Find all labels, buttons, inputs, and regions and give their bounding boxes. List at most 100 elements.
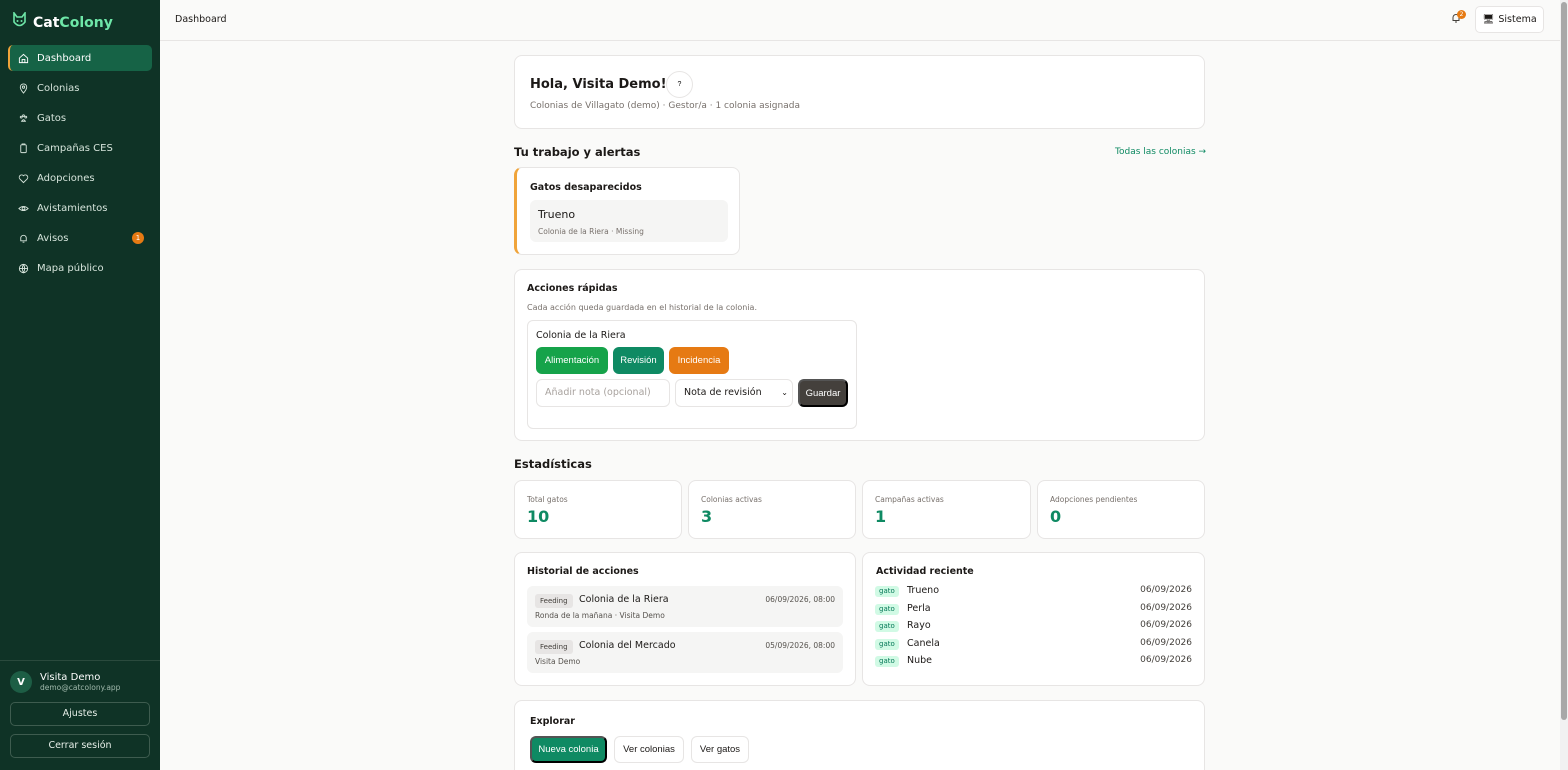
new-colony-button[interactable]: Nueva colonia: [530, 736, 607, 763]
activity-type-tag: gato: [875, 639, 899, 650]
topbar: Dashboard 2 🖥 Sistema: [160, 0, 1560, 41]
welcome-card: Hola, Visita Demo! ? Colonias de Villaga…: [514, 55, 1205, 129]
stat-value: 1: [875, 507, 887, 526]
sidebar-item-label: Gatos: [37, 112, 67, 124]
note-input[interactable]: Añadir nota (opcional): [536, 379, 670, 407]
page-scrollbar[interactable]: [1560, 0, 1568, 770]
quick-action-colony-name: Colonia de la Riera: [536, 330, 626, 341]
globe-icon: [18, 263, 29, 274]
page-title: Hola, Visita Demo!: [530, 77, 667, 92]
stat-card-active-colonies: Colonias activas 3: [688, 480, 856, 539]
recent-activity-title: Actividad reciente: [876, 566, 974, 577]
view-cats-button[interactable]: Ver gatos: [691, 736, 749, 763]
clipboard-icon: [18, 142, 29, 154]
sidebar-item-label: Avistamientos: [37, 202, 108, 214]
notification-badge: 1: [132, 232, 144, 244]
sidebar-item-colonias[interactable]: Colonias: [8, 75, 152, 101]
missing-cat-item[interactable]: Trueno Colonia de la Riera · Missing: [530, 200, 728, 242]
scrollbar-thumb[interactable]: [1561, 2, 1567, 720]
activity-date: 06/09/2026: [1140, 620, 1192, 630]
welcome-subtitle: Colonias de Villagato (demo) · Gestor/a …: [530, 101, 800, 111]
stat-label: Adopciones pendientes: [1050, 495, 1138, 504]
stat-value: 10: [527, 507, 550, 526]
activity-date: 06/09/2026: [1140, 638, 1192, 648]
action-history-card: Historial de acciones Feeding Colonia de…: [514, 552, 856, 686]
activity-name: Canela: [907, 638, 940, 649]
history-date: 06/09/2026, 08:00: [765, 595, 835, 604]
activity-item[interactable]: gato Trueno 06/09/2026: [875, 585, 1192, 599]
missing-cat-meta: Colonia de la Riera · Missing: [538, 227, 644, 236]
activity-item[interactable]: gato Rayo 06/09/2026: [875, 620, 1192, 634]
sidebar-item-avistamientos[interactable]: Avistamientos: [8, 195, 152, 221]
history-colony: Colonia de la Riera: [579, 594, 669, 605]
stat-label: Colonias activas: [701, 495, 762, 504]
activity-item[interactable]: gato Perla 06/09/2026: [875, 603, 1192, 617]
stat-card-pending-adoptions: Adopciones pendientes 0: [1037, 480, 1205, 539]
activity-item[interactable]: gato Nube 06/09/2026: [875, 655, 1192, 669]
incident-button[interactable]: Incidencia: [669, 347, 729, 374]
stats-section-title: Estadísticas: [514, 457, 592, 471]
sidebar-item-label: Colonias: [37, 82, 80, 94]
settings-button[interactable]: Ajustes: [10, 702, 150, 726]
quick-actions-title: Acciones rápidas: [527, 283, 618, 294]
avatar: V: [10, 671, 32, 693]
sidebar-item-label: Campañas CES: [37, 142, 113, 154]
sidebar-item-label: Avisos: [37, 232, 69, 244]
activity-name: Rayo: [907, 620, 931, 631]
sidebar-item-label: Dashboard: [37, 52, 92, 64]
history-meta: Visita Demo: [535, 657, 581, 666]
user-info: V Visita Demo demo@catcolony.app: [10, 671, 150, 693]
missing-cat-name: Trueno: [538, 208, 576, 221]
user-email: demo@catcolony.app: [40, 683, 121, 692]
quick-actions-card: Acciones rápidas Cada acción queda guard…: [514, 269, 1205, 441]
breadcrumb: Dashboard: [175, 14, 227, 25]
sidebar-item-dashboard[interactable]: Dashboard: [8, 45, 152, 71]
missing-cats-title: Gatos desaparecidos: [530, 182, 642, 193]
save-button[interactable]: Guardar: [798, 379, 848, 407]
bell-icon: [18, 233, 29, 244]
note-type-value: Nota de revisión: [684, 387, 762, 398]
chevron-down-icon: ⌄: [781, 388, 788, 397]
history-date: 05/09/2026, 08:00: [765, 641, 835, 650]
monitor-icon: 🖥: [1482, 14, 1495, 25]
all-colonies-link[interactable]: Todas las colonias →: [1115, 147, 1206, 157]
activity-item[interactable]: gato Canela 06/09/2026: [875, 638, 1192, 652]
help-button[interactable]: ?: [666, 71, 693, 98]
sidebar-item-avisos[interactable]: Avisos 1: [8, 225, 152, 251]
brand-logo[interactable]: CatColony: [12, 10, 113, 33]
notifications-count-badge: 2: [1457, 10, 1466, 19]
sidebar-item-adopciones[interactable]: Adopciones: [8, 165, 152, 191]
activity-type-tag: gato: [875, 586, 899, 597]
history-item[interactable]: Feeding Colonia del Mercado 05/09/2026, …: [527, 632, 843, 673]
recent-activity-card: Actividad reciente gato Trueno 06/09/202…: [862, 552, 1205, 686]
user-name: Visita Demo: [40, 672, 101, 683]
quick-actions-subtitle: Cada acción queda guardada en el histori…: [527, 303, 757, 312]
sidebar-item-gatos[interactable]: Gatos: [8, 105, 152, 131]
note-type-select[interactable]: Nota de revisión ⌄: [675, 379, 793, 407]
review-button[interactable]: Revisión: [613, 347, 664, 374]
feeding-button[interactable]: Alimentación: [536, 347, 608, 374]
activity-name: Perla: [907, 603, 931, 614]
activity-type-tag: gato: [875, 621, 899, 632]
sidebar-nav: Dashboard Colonias Gatos Campañas CES Ad…: [8, 45, 152, 285]
map-pin-icon: [18, 83, 29, 94]
logout-button[interactable]: Cerrar sesión: [10, 734, 150, 758]
activity-date: 06/09/2026: [1140, 603, 1192, 613]
stat-label: Total gatos: [527, 495, 568, 504]
missing-cats-card: Gatos desaparecidos Trueno Colonia de la…: [514, 167, 740, 255]
theme-toggle-button[interactable]: 🖥 Sistema: [1475, 6, 1544, 33]
activity-type-tag: gato: [875, 604, 899, 615]
alerts-section-title: Tu trabajo y alertas: [514, 145, 641, 159]
quick-action-colony-panel: Colonia de la Riera Alimentación Revisió…: [527, 320, 857, 429]
sidebar-item-mapa-publico[interactable]: Mapa público: [8, 255, 152, 281]
action-type-tag: Feeding: [535, 640, 573, 654]
view-colonies-button[interactable]: Ver colonias: [614, 736, 684, 763]
sidebar-item-label: Adopciones: [37, 172, 95, 184]
history-item[interactable]: Feeding Colonia de la Riera 06/09/2026, …: [527, 586, 843, 627]
sidebar: CatColony Dashboard Colonias Gatos Campa…: [0, 0, 160, 770]
stat-card-total-cats: Total gatos 10: [514, 480, 682, 539]
stat-value: 3: [701, 507, 713, 526]
activity-date: 06/09/2026: [1140, 655, 1192, 665]
explore-title: Explorar: [530, 716, 575, 727]
sidebar-item-campanas-ces[interactable]: Campañas CES: [8, 135, 152, 161]
